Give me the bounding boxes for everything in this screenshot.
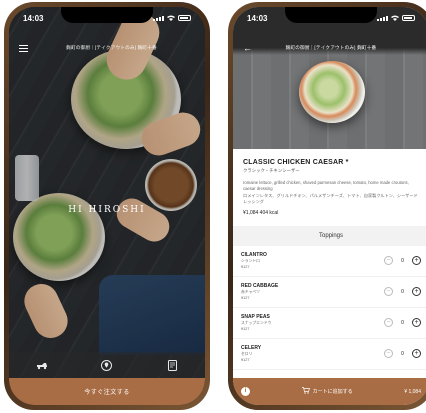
top-bar: 麹町の御厨｜[テイクアウトのみ] 麹町十番 [9, 41, 205, 55]
product-name: CLASSIC CHICKEN CAESAR * [243, 159, 349, 166]
location-pin-icon[interactable] [101, 359, 113, 371]
plus-icon[interactable]: + [412, 287, 421, 297]
quantity-value: 0 [401, 319, 404, 326]
status-time: 14:03 [247, 13, 268, 23]
store-title: 麹町の御厨｜[テイクアウトのみ] 麹町十番 [285, 45, 377, 50]
quantity-value: 0 [401, 350, 404, 357]
add-to-cart-bar[interactable]: i カートに追加する ¥ 1,084 [233, 378, 426, 405]
minus-icon[interactable]: − [384, 287, 393, 297]
plus-icon[interactable]: + [412, 349, 421, 359]
topping-price: ¥127 [241, 358, 250, 363]
product-price: ¥1,084 404 kcal [243, 209, 279, 216]
topping-price: ¥127 [241, 265, 250, 270]
info-icon[interactable]: i [241, 387, 250, 396]
wifi-icon [391, 14, 399, 23]
product-description-jp: ロメインレタス、グリルドチキン、パルメザンチーズ、トマト、自家製クルトン、シーザ… [243, 193, 418, 205]
battery-icon [402, 15, 415, 21]
section-title: Toppings [318, 232, 344, 239]
signal-icon [153, 15, 164, 21]
hamburger-menu-icon[interactable] [19, 44, 28, 52]
order-now-button[interactable]: 今すぐ注文する [9, 378, 205, 405]
delivery-icon[interactable] [36, 359, 48, 371]
toppings-list: CILANTRO シラントロ ¥127 − 0 + RED CABBAGE 赤キ… [233, 246, 426, 370]
topping-name-jp: 赤キャベツ [241, 290, 260, 295]
topping-name: CELERY [241, 345, 262, 352]
phone-product-screen: 14:03 ← 麹町の御厨｜[テイクアウトのみ] 麹町十番 CLASSIC CH… [228, 2, 426, 410]
product-details: CLASSIC CHICKEN CAESAR * クラシック・チキンシーザー r… [233, 149, 426, 378]
product-screen: 14:03 ← 麹町の御厨｜[テイクアウトのみ] 麹町十番 CLASSIC CH… [233, 7, 426, 405]
plus-icon[interactable]: + [412, 318, 421, 328]
battery-icon [178, 15, 191, 21]
topping-price: ¥127 [241, 327, 250, 332]
topping-name: CILANTRO [241, 252, 267, 259]
topping-name: RED CABBAGE [241, 283, 279, 290]
quantity-stepper: − 0 + [384, 318, 421, 328]
quantity-value: 0 [401, 257, 404, 264]
phone-home-screen: 14:03 麹町の御厨｜[テイクアウトのみ] 麹町十番 HI HIROSHI 今… [4, 2, 210, 410]
topping-name-jp: スナップエンドウ [241, 321, 272, 326]
product-description: romaine lettuce, grilled chicken, shaved… [243, 180, 409, 191]
home-screen: 14:03 麹町の御厨｜[テイクアウトのみ] 麹町十番 HI HIROSHI 今… [9, 7, 205, 405]
list-item: CILANTRO シラントロ ¥127 − 0 + [233, 246, 426, 277]
cart-total: ¥ 1,084 [404, 388, 421, 395]
toppings-header: Toppings [233, 225, 426, 246]
topping-name: SNAP PEAS [241, 314, 270, 321]
list-item: RED CABBAGE 赤キャベツ ¥127 − 0 + [233, 277, 426, 308]
store-selector[interactable]: 麹町の御厨｜[テイクアウトのみ] 麹町十番 [28, 45, 195, 51]
status-time: 14:03 [23, 13, 44, 23]
topping-name-jp: セロリ [241, 352, 253, 357]
cart-icon [301, 387, 310, 396]
top-bar: ← 麹町の御厨｜[テイクアウトのみ] 麹町十番 [233, 41, 426, 55]
add-to-cart-button[interactable]: カートに追加する [313, 388, 353, 395]
minus-icon[interactable]: − [384, 349, 393, 359]
app-showcase: 14:03 麹町の御厨｜[テイクアウトのみ] 麹町十番 HI HIROSHI 今… [0, 0, 426, 413]
topping-name-jp: シラントロ [241, 259, 260, 264]
list-item: CELERY セロリ ¥127 − 0 + [233, 339, 426, 370]
list-item: SNAP PEAS スナップエンドウ ¥127 − 0 + [233, 308, 426, 339]
quantity-stepper: − 0 + [384, 256, 421, 266]
quantity-stepper: − 0 + [384, 349, 421, 359]
minus-icon[interactable]: − [384, 318, 393, 328]
bottom-tab-bar [9, 352, 205, 378]
wifi-icon [167, 14, 175, 23]
plus-icon[interactable]: + [412, 256, 421, 266]
brand-logo: HI HIROSHI [68, 205, 146, 215]
status-bar: 14:03 [23, 12, 191, 24]
quantity-stepper: − 0 + [384, 287, 421, 297]
minus-icon[interactable]: − [384, 256, 393, 266]
caesar-salad-image [299, 61, 365, 123]
back-arrow-icon[interactable]: ← [243, 43, 253, 53]
product-name-jp: クラシック・チキンシーザー [243, 168, 300, 173]
status-bar: 14:03 [247, 12, 415, 24]
signal-icon [377, 15, 388, 21]
receipt-icon[interactable] [166, 359, 178, 371]
topping-price: ¥127 [241, 296, 250, 301]
quantity-value: 0 [401, 288, 404, 295]
